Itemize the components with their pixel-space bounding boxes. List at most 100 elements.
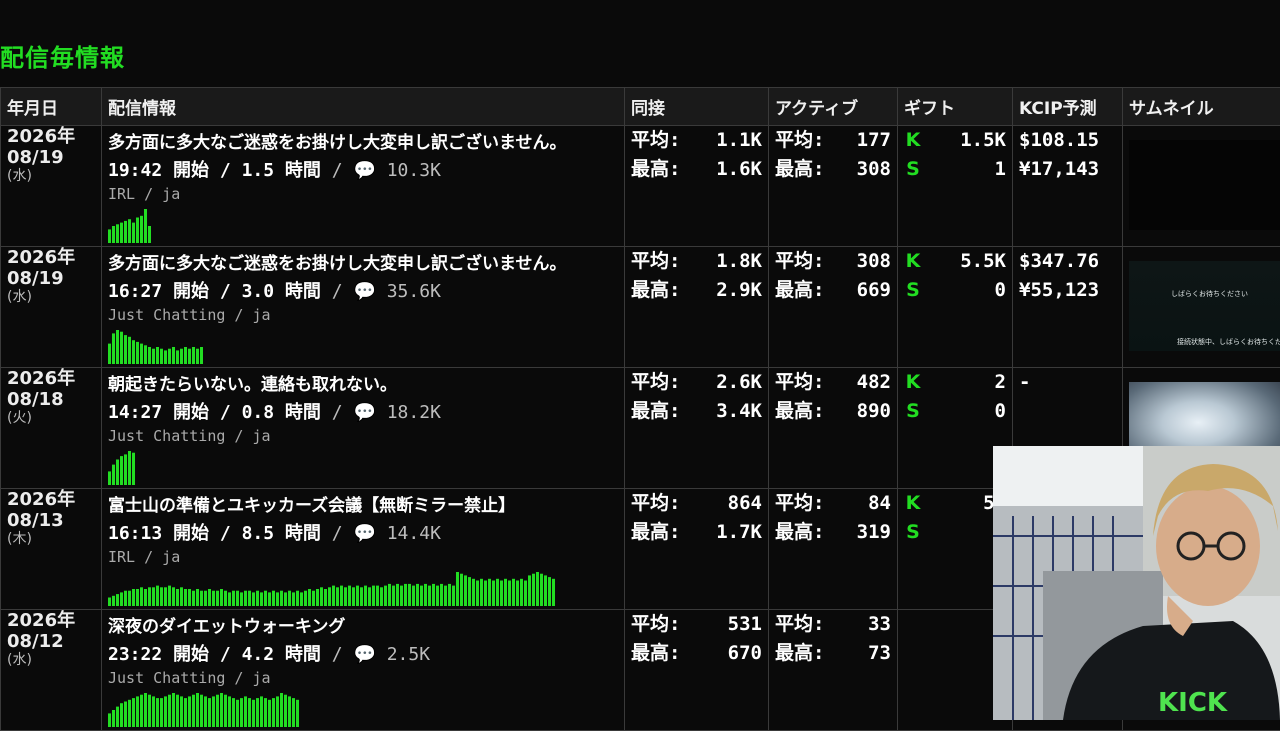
sparkline-bar — [136, 218, 139, 244]
sparkline-bar — [108, 713, 111, 727]
sparkline-bar — [160, 349, 163, 364]
sparkline-bar — [356, 586, 359, 606]
sparkline-bar — [456, 572, 459, 606]
sparkline-bar — [220, 693, 223, 727]
sparkline-bar — [108, 229, 111, 243]
gift-cell: K5.5KS0 — [898, 247, 1013, 368]
active-max-line: 最高:308 — [775, 155, 891, 184]
stream-category: Just Chatting / ja — [108, 306, 618, 324]
col-header-stream-info[interactable]: 配信情報 — [102, 88, 625, 126]
sparkline-bar — [156, 347, 159, 364]
sparkline-bar — [528, 575, 531, 606]
sparkline-bar — [208, 698, 211, 727]
viewers-avg: 864 — [728, 489, 762, 518]
viewer-sparkline — [108, 209, 152, 243]
viewers-max: 1.6K — [716, 155, 762, 184]
sparkline-bar — [196, 693, 199, 727]
table-row[interactable]: 2026年08/19(水)多方面に多大なご迷惑をお掛けし大変申し訳ございません。… — [1, 126, 1280, 247]
kick-gift-icon: K — [904, 489, 922, 518]
sparkline-bar — [284, 592, 287, 606]
sparkline-bar — [276, 592, 279, 606]
sparkline-bar — [284, 695, 287, 727]
active-cell: 平均:308最高:669 — [769, 247, 898, 368]
gift-s-line: S1 — [904, 155, 1006, 184]
col-header-date[interactable]: 年月日 — [1, 88, 102, 126]
sparkline-bar — [452, 586, 455, 606]
gift-k-line: K1.5K — [904, 126, 1006, 155]
sparkline-bar — [172, 693, 175, 727]
start-label: 開始 / — [173, 523, 231, 544]
sparkline-bar — [200, 695, 203, 727]
stream-title[interactable]: 多方面に多大なご迷惑をお掛けし大変申し訳ございません。 — [108, 132, 618, 154]
stream-thumbnail[interactable]: しばらくお待ちください接続状態中、しばらくお待ちください — [1129, 261, 1280, 351]
sparkline-bar — [252, 700, 255, 727]
date-cell: 2026年08/12(水) — [1, 610, 102, 731]
viewers-avg: 531 — [728, 610, 762, 639]
gift-k-value: 5.5K — [960, 247, 1006, 276]
stream-title[interactable]: 富士山の準備とユキッカーズ会議【無断ミラー禁止】 — [108, 495, 618, 517]
start-label: 開始 / — [173, 160, 231, 181]
sparkline-bar — [132, 453, 135, 485]
sparkline-bar — [132, 340, 135, 364]
gift-k-line: K55 — [904, 489, 1006, 518]
col-header-viewers[interactable]: 同接 — [625, 88, 769, 126]
gift-s-line: S — [904, 518, 1006, 547]
sparkline-bar — [292, 698, 295, 727]
sparkline-bar — [136, 342, 139, 364]
sparkline-bar — [388, 584, 391, 606]
viewers-max: 2.9K — [716, 276, 762, 305]
sparkline-bar — [304, 591, 307, 606]
sparkline-bar — [344, 587, 347, 606]
sparkline-bar — [316, 589, 319, 606]
avg-label: 平均: — [631, 489, 680, 518]
col-header-gift[interactable]: ギフト — [898, 88, 1013, 126]
stream-thumbnail[interactable] — [1129, 140, 1280, 230]
separator: / — [332, 281, 343, 302]
active-max: 308 — [857, 155, 891, 184]
sparkline-bar — [144, 345, 147, 364]
col-header-active[interactable]: アクティブ — [769, 88, 898, 126]
stream-category: Just Chatting / ja — [108, 427, 618, 445]
col-header-kcip[interactable]: KCIP予測 — [1013, 88, 1123, 126]
sparkline-bar — [128, 337, 131, 364]
stream-title[interactable]: 朝起きたらいない。連絡も取れない。 — [108, 374, 618, 396]
stream-title[interactable]: 深夜のダイエットウォーキング — [108, 616, 618, 638]
hours-label: 時間 — [285, 281, 321, 302]
stream-title[interactable]: 多方面に多大なご迷惑をお掛けし大変申し訳ございません。 — [108, 253, 618, 275]
table-row[interactable]: 2026年08/19(水)多方面に多大なご迷惑をお掛けし大変申し訳ございません。… — [1, 247, 1280, 368]
sparkline-bar — [152, 349, 155, 364]
sparkline-bar — [252, 592, 255, 606]
sparkline-bar — [168, 695, 171, 727]
sparkline-bar — [108, 598, 111, 607]
sparkline-bar — [112, 333, 115, 364]
sparkline-bar — [392, 586, 395, 606]
sparkline-bar — [124, 702, 127, 728]
viewers-avg-line: 平均: 864 — [631, 489, 762, 518]
chat-bubble-icon: 💬 — [353, 281, 375, 302]
active-avg: 308 — [857, 247, 891, 276]
sparkline-bar — [184, 589, 187, 606]
sparkline-bar — [232, 591, 235, 606]
gift-cell: K1.5KS1 — [898, 126, 1013, 247]
sparkline-bar — [300, 592, 303, 606]
sparkline-bar — [468, 577, 471, 606]
max-label: 最高: — [775, 276, 824, 305]
stream-category: IRL / ja — [108, 185, 618, 203]
sparkline-bar — [140, 695, 143, 727]
sparkline-bar — [140, 216, 143, 243]
sparkline-bar — [212, 591, 215, 606]
col-header-thumbnail[interactable]: サムネイル — [1123, 88, 1280, 126]
sparkline-bar — [248, 591, 251, 606]
sparkline-bar — [400, 586, 403, 606]
sparkline-bar — [464, 575, 467, 606]
sparkline-bar — [120, 592, 123, 606]
sparkline-bar — [412, 586, 415, 606]
separator: / — [332, 523, 343, 544]
sparkline-bar — [228, 696, 231, 727]
start-label: 開始 / — [173, 281, 231, 302]
kick-gift-icon: K — [904, 368, 922, 397]
separator: / — [332, 644, 343, 665]
start-time: 14:27 — [108, 402, 162, 423]
sparkline-bar — [360, 587, 363, 606]
sparkline-bar — [420, 586, 423, 606]
